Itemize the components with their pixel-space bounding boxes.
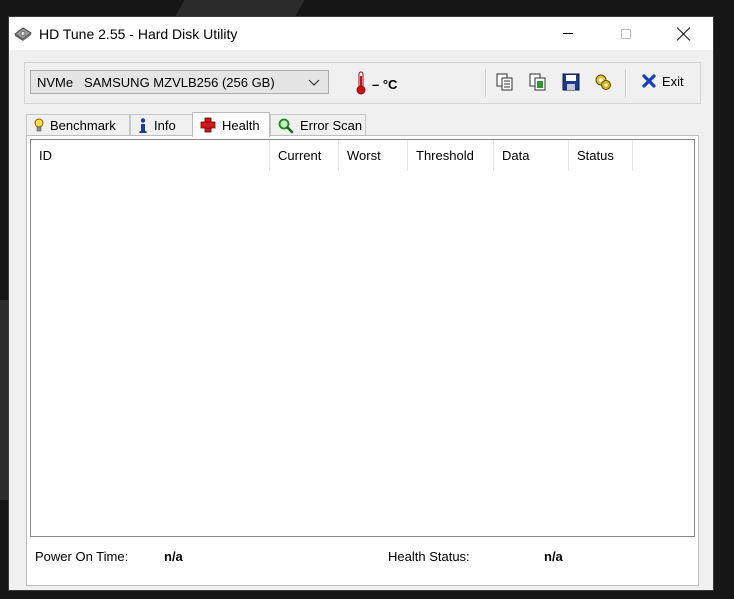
drive-select-value: NVMe SAMSUNG MZVLB256 (256 GB) bbox=[37, 74, 275, 90]
temperature-value: – °C bbox=[372, 77, 398, 92]
maximize-button[interactable] bbox=[603, 17, 649, 50]
thermometer-icon bbox=[356, 71, 366, 95]
exit-x-icon bbox=[642, 74, 656, 88]
column-header-threshold[interactable]: Threshold bbox=[408, 140, 494, 171]
info-icon bbox=[139, 117, 147, 133]
minimize-icon bbox=[563, 33, 573, 34]
tab-error-scan-label: Error Scan bbox=[300, 118, 363, 133]
magnifier-icon bbox=[278, 118, 294, 133]
copy-screenshot-icon[interactable] bbox=[528, 72, 548, 92]
tab-error-scan[interactable]: Error Scan bbox=[270, 114, 366, 136]
health-cross-icon bbox=[200, 117, 216, 133]
minimize-button[interactable] bbox=[545, 17, 591, 50]
table-header: ID Current Worst Threshold Data Status bbox=[31, 140, 694, 171]
column-header-status[interactable]: Status bbox=[569, 140, 633, 171]
window-title: HD Tune 2.55 - Hard Disk Utility bbox=[39, 26, 238, 42]
column-header-worst[interactable]: Worst bbox=[339, 140, 408, 171]
close-button[interactable] bbox=[661, 17, 707, 50]
health-panel: ID Current Worst Threshold Data Status P… bbox=[26, 135, 699, 586]
column-header-current[interactable]: Current bbox=[270, 140, 339, 171]
hdd-app-icon bbox=[14, 27, 32, 41]
options-icon[interactable] bbox=[593, 72, 613, 92]
desktop-shape bbox=[175, 0, 305, 16]
exit-label: Exit bbox=[662, 73, 684, 89]
tab-health-label: Health bbox=[222, 117, 260, 133]
tab-benchmark[interactable]: Benchmark bbox=[26, 114, 130, 136]
save-icon[interactable] bbox=[561, 72, 581, 92]
tab-benchmark-label: Benchmark bbox=[50, 118, 116, 133]
lightbulb-icon bbox=[34, 118, 44, 132]
health-status-label: Health Status: bbox=[388, 549, 470, 564]
toolbar: NVMe SAMSUNG MZVLB256 (256 GB) – °C Exit bbox=[24, 62, 701, 104]
desktop-shape bbox=[0, 300, 8, 500]
smart-attribute-table[interactable]: ID Current Worst Threshold Data Status bbox=[30, 139, 695, 537]
column-header-data[interactable]: Data bbox=[494, 140, 569, 171]
copy-info-icon[interactable] bbox=[495, 72, 515, 92]
chevron-down-icon bbox=[308, 79, 320, 86]
column-header-id[interactable]: ID bbox=[31, 140, 270, 171]
power-on-time-label: Power On Time: bbox=[35, 549, 129, 564]
toolbar-separator bbox=[485, 69, 487, 97]
title-bar[interactable]: HD Tune 2.55 - Hard Disk Utility bbox=[9, 17, 713, 50]
toolbar-separator bbox=[625, 69, 627, 97]
tab-info-label: Info bbox=[154, 118, 176, 133]
tab-health[interactable]: Health bbox=[192, 112, 270, 137]
health-status-value: n/a bbox=[544, 549, 563, 564]
drive-select[interactable]: NVMe SAMSUNG MZVLB256 (256 GB) bbox=[30, 70, 329, 94]
tab-info[interactable]: Info bbox=[130, 114, 193, 136]
power-on-time-value: n/a bbox=[164, 549, 183, 564]
maximize-icon bbox=[621, 28, 631, 39]
exit-button[interactable]: Exit bbox=[641, 73, 684, 89]
app-window: HD Tune 2.55 - Hard Disk Utility NVMe SA… bbox=[8, 16, 714, 591]
close-icon bbox=[677, 27, 691, 41]
